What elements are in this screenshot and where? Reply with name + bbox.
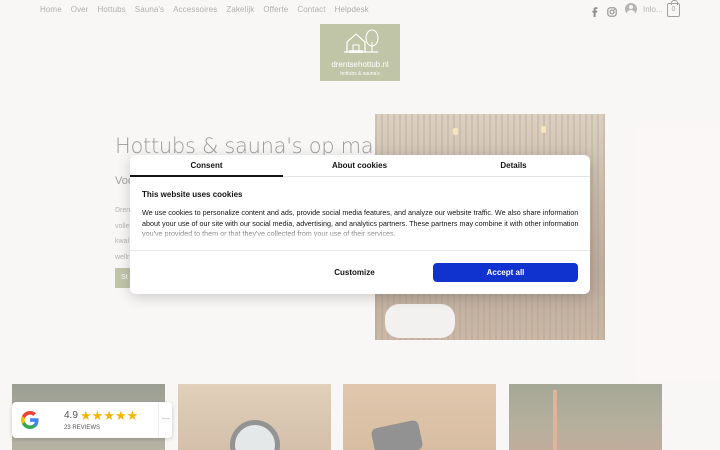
rating-value: 4.9 xyxy=(64,410,78,421)
google-logo-icon xyxy=(21,411,39,429)
cookie-consent-dialog: Consent About cookies Details This websi… xyxy=(130,155,590,294)
cookie-tabs: Consent About cookies Details xyxy=(130,155,590,177)
reviews-expand-icon[interactable]: — xyxy=(162,414,170,423)
rating-stars: ★★★★★ xyxy=(80,408,139,423)
review-count: 23 REVIEWS xyxy=(64,425,101,431)
tab-consent[interactable]: Consent xyxy=(130,161,283,170)
cookie-dialog-heading: This website uses cookies xyxy=(142,190,243,199)
customize-button[interactable]: Customize xyxy=(283,263,426,282)
accept-all-button[interactable]: Accept all xyxy=(433,263,578,282)
google-reviews-badge[interactable]: 4.9 ★★★★★ 23 REVIEWS — xyxy=(12,402,172,438)
active-tab-indicator xyxy=(130,175,283,177)
divider xyxy=(158,402,159,438)
tab-about-cookies[interactable]: About cookies xyxy=(283,161,436,170)
divider xyxy=(130,250,590,251)
tab-details[interactable]: Details xyxy=(437,161,590,170)
scroll-fade xyxy=(130,225,590,239)
